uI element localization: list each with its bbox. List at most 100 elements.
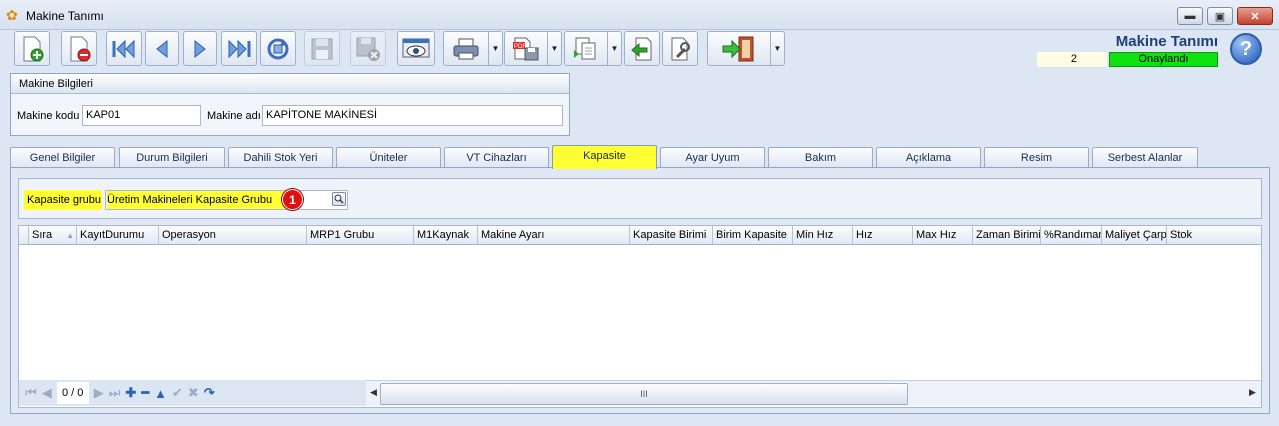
tab-bakim[interactable]: Bakım [768, 147, 873, 168]
previous-record-icon [156, 39, 168, 58]
horizontal-scrollbar[interactable]: ◀ III ▶ [366, 380, 1261, 406]
sort-asc-icon: ▲ [66, 231, 75, 240]
print-button[interactable] [443, 31, 489, 66]
save-button[interactable] [304, 31, 340, 66]
tab-resim[interactable]: Resim [984, 147, 1089, 168]
machine-code-field[interactable]: KAP01 [82, 105, 201, 126]
nav-refresh-icon[interactable]: ↷ [204, 385, 215, 401]
col-hiz[interactable]: Hız [853, 226, 913, 245]
scroll-thumb[interactable]: III [380, 383, 908, 405]
previous-record-button[interactable] [145, 31, 179, 66]
status-badge: Onaylandı [1109, 52, 1218, 67]
annotation-badge: 1 [282, 189, 303, 210]
last-record-button[interactable] [221, 31, 257, 66]
tab-serbest-alanlar[interactable]: Serbest Alanlar [1092, 147, 1198, 168]
tab-ayar-uyum[interactable]: Ayar Uyum [660, 147, 765, 168]
nav-cancel-icon[interactable]: ✖ [188, 385, 199, 401]
col-sira[interactable]: Sıra ▲ [29, 226, 77, 245]
svg-text:PDF: PDF [514, 44, 526, 50]
tab-vt-cihazlari[interactable]: VT Cihazları [444, 147, 549, 168]
next-record-button[interactable] [183, 31, 217, 66]
grid-indicator-header [19, 226, 29, 245]
col-mrp1-grubu[interactable]: MRP1 Grubu [307, 226, 414, 245]
col-operasyon[interactable]: Operasyon [159, 226, 307, 245]
nav-first-icon[interactable]: ⏮ [25, 385, 37, 401]
save-icon [311, 38, 333, 59]
delete-record-button[interactable] [61, 31, 97, 66]
copy-icon [574, 37, 596, 59]
print-dropdown-button[interactable]: ▼ [489, 31, 503, 66]
new-record-button[interactable] [14, 31, 50, 66]
maximize-button[interactable]: ▣ [1207, 7, 1233, 25]
save-close-icon [356, 37, 380, 61]
tab-aciklama[interactable]: Açıklama [876, 147, 981, 168]
capacity-group-box: Kapasite grubu Üretim Makineleri Kapasit… [18, 178, 1262, 219]
refresh-icon [267, 38, 289, 59]
preview-icon [402, 38, 430, 57]
refresh-button[interactable] [260, 31, 296, 66]
capacity-group-value: Üretim Makineleri Kapasite Grubu [107, 191, 287, 209]
delete-document-icon [70, 36, 91, 61]
col-stok[interactable]: Stok [1167, 226, 1261, 245]
butterfly-app-icon: ✿ [6, 7, 18, 23]
tools-button[interactable] [662, 31, 698, 66]
nav-up-icon[interactable]: ▲ [154, 386, 167, 401]
pdf-export-icon: PDF [513, 37, 539, 60]
next-record-icon [194, 39, 206, 58]
back-icon [631, 37, 652, 60]
minimize-button[interactable]: ▬ [1177, 7, 1203, 25]
capacity-group-label: Kapasite grubu [24, 190, 102, 210]
kapasite-tab-page: Kapasite grubu Üretim Makineleri Kapasit… [10, 167, 1270, 414]
copy-button[interactable] [564, 31, 608, 66]
copy-dropdown-button[interactable]: ▼ [608, 31, 622, 66]
col-max-hiz[interactable]: Max Hız [913, 226, 973, 245]
col-maliyet-carp[interactable]: Maliyet Çarp [1102, 226, 1167, 245]
preview-button[interactable] [397, 31, 435, 66]
col-kapasite-birimi[interactable]: Kapasite Birimi [630, 226, 713, 245]
nav-remove-icon[interactable]: ━ [141, 385, 149, 401]
first-record-button[interactable] [106, 31, 142, 66]
back-button[interactable] [624, 31, 660, 66]
exit-dropdown-button[interactable]: ▼ [771, 31, 785, 66]
capacity-grid[interactable]: Sıra ▲ KayıtDurumu Operasyon MRP1 Grubu M… [18, 225, 1262, 408]
new-document-icon [23, 36, 44, 61]
nav-previous-icon[interactable]: ◀ [42, 385, 52, 401]
nav-add-icon[interactable]: ✚ [125, 385, 136, 401]
tab-strip: Genel Bilgiler Durum Bilgileri Dahili St… [10, 145, 1270, 169]
pdf-export-button[interactable]: PDF [504, 31, 548, 66]
window-title: Makine Tanımı [26, 9, 104, 23]
tab-kapasite[interactable]: Kapasite [552, 145, 657, 169]
machine-code-label: Makine kodu [17, 110, 80, 122]
nav-next-icon[interactable]: ▶ [94, 385, 104, 401]
capacity-group-field[interactable]: Üretim Makineleri Kapasite Grubu [105, 190, 348, 210]
lookup-button[interactable] [332, 192, 346, 206]
help-button[interactable]: ? [1230, 33, 1262, 65]
col-birim-kapasite[interactable]: Birim Kapasite [713, 226, 793, 245]
scroll-left-icon[interactable]: ◀ [370, 387, 377, 398]
form-title: Makine Tanımı [1115, 33, 1218, 50]
nav-last-icon[interactable]: ⏭ [109, 385, 121, 401]
nav-confirm-icon[interactable]: ✔ [172, 385, 183, 401]
machine-name-field[interactable]: KAPİTONE MAKİNESİ [262, 105, 563, 126]
col-min-hiz[interactable]: Min Hız [793, 226, 853, 245]
tab-uniteler[interactable]: Üniteler [336, 147, 441, 168]
exit-button[interactable] [707, 31, 771, 66]
col-m1kaynak[interactable]: M1Kaynak [414, 226, 478, 245]
grid-header: Sıra ▲ KayıtDurumu Operasyon MRP1 Grubu M… [19, 226, 1261, 245]
close-window-button[interactable]: ✕ [1237, 7, 1273, 25]
col-randiman[interactable]: %Randıman [1041, 226, 1102, 245]
pdf-dropdown-button[interactable]: ▼ [548, 31, 562, 66]
col-kayit-durumu[interactable]: KayıtDurumu [77, 226, 159, 245]
machine-info-group-title: Makine Bilgileri [11, 74, 569, 94]
tab-genel-bilgiler[interactable]: Genel Bilgiler [10, 147, 115, 168]
tab-durum-bilgileri[interactable]: Durum Bilgileri [119, 147, 225, 168]
lookup-icon [334, 194, 344, 204]
scroll-right-icon[interactable]: ▶ [1249, 387, 1256, 398]
col-sira-label: Sıra [32, 229, 53, 241]
save-and-close-button[interactable] [350, 31, 386, 66]
tools-icon [671, 37, 690, 60]
first-record-icon [112, 39, 135, 58]
col-zaman-birimi[interactable]: Zaman Birimi [973, 226, 1041, 245]
col-makine-ayari[interactable]: Makine Ayarı [478, 226, 630, 245]
tab-dahili-stok-yeri[interactable]: Dahili Stok Yeri [228, 147, 333, 168]
